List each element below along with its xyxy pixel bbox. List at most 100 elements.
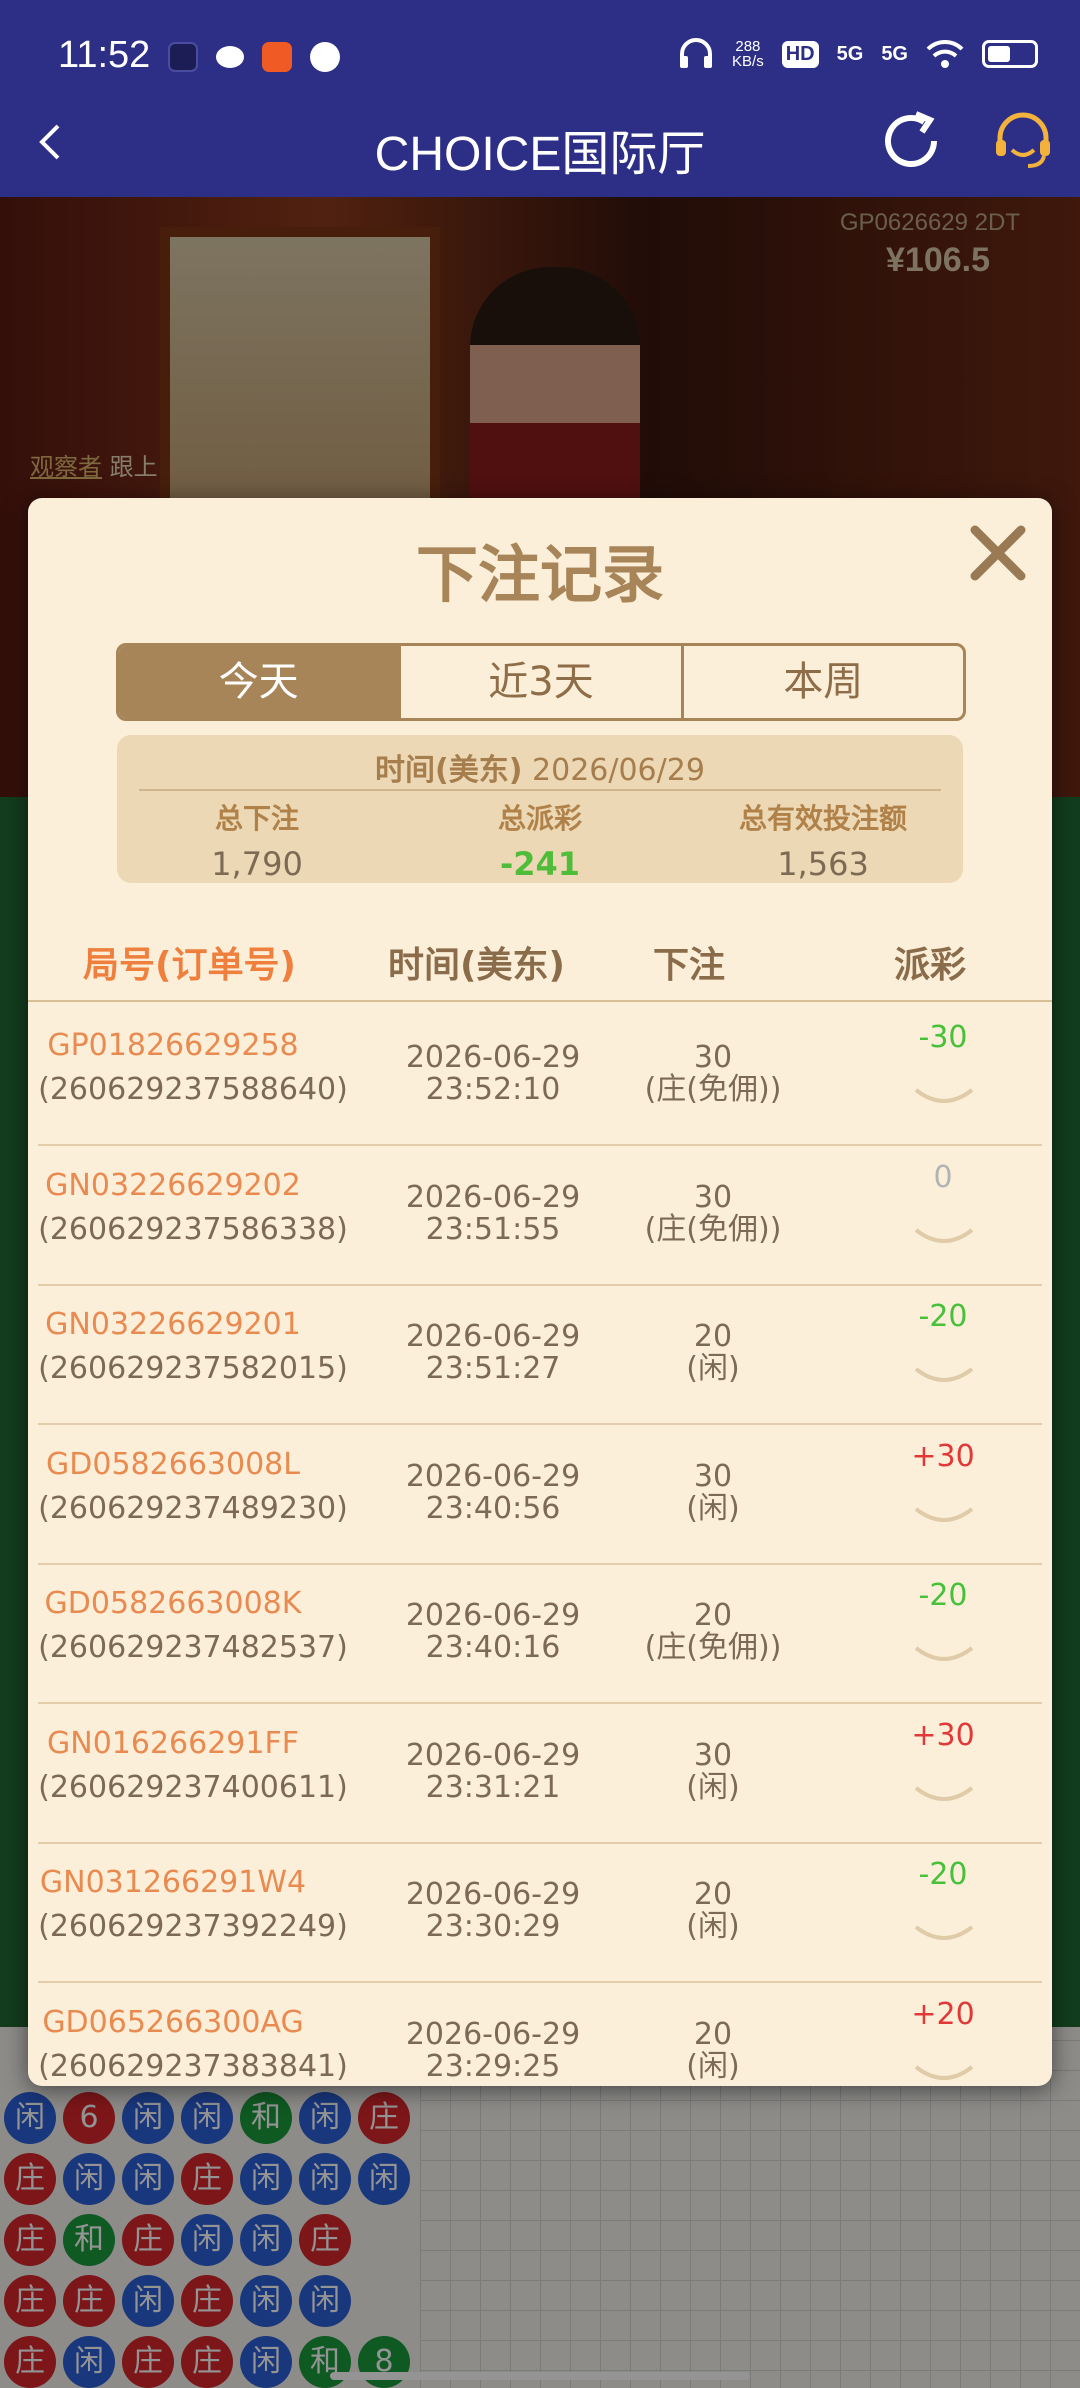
bet-clock: 23:51:55 (425, 1211, 561, 1247)
bet-amount: 20 (庄(免佣)) (623, 1600, 803, 1664)
round-id[interactable]: GD0582663008L (38, 1447, 308, 1482)
total-payout-label: 总派彩 (497, 802, 582, 835)
bet-amount: 20 (闲) (623, 2018, 803, 2084)
table-row[interactable]: GD065266300AG (260629237383841) 2026-06-29… (38, 1983, 1042, 2087)
summary-total-payout: 总派彩 -241 (390, 797, 690, 883)
summary-total-bet: 总下注 1,790 (107, 797, 407, 883)
summary-total-valid: 总有效投注额 1,563 (673, 797, 973, 883)
summary-date-value: 2026/06/29 (532, 753, 705, 788)
bet-time: 2026-06-29 23:40:16 (373, 1600, 613, 1664)
headphones-icon (680, 38, 713, 68)
bet-amount-value: 20 (693, 1319, 733, 1354)
table-row[interactable]: GN016266291FF (260629237400611) 2026-06-29… (38, 1704, 1042, 1844)
bet-clock: 23:30:29 (425, 1909, 561, 1944)
bet-amount: 30 (庄(免佣)) (623, 1181, 803, 1247)
order-number: (260629237582015) (38, 1351, 348, 1386)
round-id[interactable]: GN03226629201 (38, 1307, 308, 1342)
bet-amount-value: 30 (693, 1737, 733, 1773)
leaf-app-icon (216, 46, 244, 68)
order-number: (260629237383841) (38, 2048, 348, 2084)
modal-title: 下注记录 (415, 538, 664, 611)
chevron-down-icon[interactable] (912, 1226, 976, 1250)
table-row[interactable]: GP01826629258 (260629237588640) 2026-06-29… (38, 1006, 1042, 1146)
summary-date-label: 时间(美东) (375, 753, 523, 788)
bet-clock: 23:40:16 (425, 1630, 561, 1665)
bet-amount: 30 (闲) (623, 1458, 803, 1525)
bet-amount: 20 (闲) (623, 1321, 803, 1385)
payout-value: 0 (933, 1159, 953, 1195)
battery-icon (982, 40, 1038, 68)
hd-badge: HD (781, 40, 819, 68)
refresh-icon[interactable] (876, 106, 946, 176)
bet-time: 2026-06-29 23:40:56 (373, 1460, 613, 1525)
table-row[interactable]: GN031266291W4 (260629237392249) 2026-06-29… (38, 1843, 1042, 1983)
payout-value: +30 (911, 1438, 975, 1474)
payout-value: -20 (918, 1857, 968, 1892)
table-row[interactable]: GN03226629202 (260629237586338) 2026-06-29… (38, 1146, 1042, 1286)
bet-date: 2026-06-29 (405, 1040, 581, 1075)
status-notification-icons (168, 42, 340, 72)
total-bet-value: 1,790 (211, 845, 303, 883)
net-speed-value: 288 (735, 38, 761, 55)
round-id[interactable]: GN03226629202 (38, 1168, 308, 1203)
table-row[interactable]: GD0582663008L (260629237489230) 2026-06-29… (38, 1425, 1042, 1565)
customer-service-icon[interactable] (988, 106, 1058, 176)
bet-side: (闲) (686, 1769, 740, 1805)
chevron-down-icon[interactable] (912, 1505, 976, 1529)
bet-side: (庄(免佣)) (644, 1211, 782, 1247)
bet-clock: 23:51:27 (425, 1351, 561, 1386)
bet-time: 2026-06-29 23:51:27 (373, 1321, 613, 1385)
round-id[interactable]: GD065266300AG (38, 2005, 308, 2040)
total-valid-value: 1,563 (777, 845, 869, 883)
round-id[interactable]: GN016266291FF (38, 1726, 308, 1761)
chevron-down-icon[interactable] (912, 1086, 976, 1110)
tab-today[interactable]: 今天 (119, 646, 399, 718)
order-number: (260629237482537) (38, 1630, 348, 1665)
bet-side: (庄(免佣)) (644, 1630, 782, 1665)
chevron-down-icon[interactable] (912, 1923, 976, 1947)
col-header-time: 时间(美东) (388, 945, 565, 986)
order-number: (260629237400611) (38, 1769, 348, 1805)
table-header: 局号(订单号) 时间(美东) 下注 派彩 (28, 928, 1052, 1002)
order-number: (260629237392249) (38, 1909, 348, 1944)
col-header-bet: 下注 (653, 945, 726, 986)
bet-side: (闲) (686, 2048, 740, 2084)
summary-card: 时间(美东) 2026/06/29 总下注 1,790 总派彩 -241 总有效… (117, 735, 963, 883)
tab-last-3-days[interactable]: 近3天 (398, 646, 680, 718)
tab-this-week[interactable]: 本周 (680, 646, 963, 718)
net-speed: 288 KB/s (732, 39, 764, 69)
chat-bubble-icon (310, 42, 340, 72)
table-row[interactable]: GD0582663008K (260629237482537) 2026-06-29… (38, 1564, 1042, 1704)
bet-amount-value: 30 (693, 1040, 733, 1075)
bet-side: (闲) (686, 1351, 740, 1386)
order-number: (260629237588640) (38, 1072, 348, 1107)
wifi-icon (926, 39, 964, 68)
round-id[interactable]: GP01826629258 (38, 1028, 308, 1063)
close-icon[interactable] (963, 518, 1033, 588)
total-valid-label: 总有效投注额 (738, 802, 907, 835)
chevron-down-icon[interactable] (912, 1784, 976, 1808)
summary-date: 时间(美东) 2026/06/29 (117, 745, 963, 789)
summary-divider (139, 789, 941, 791)
bet-amount-value: 30 (693, 1458, 733, 1494)
bet-date: 2026-06-29 (405, 1598, 581, 1633)
app-header: CHOICE国际厅 (0, 100, 1080, 197)
order-number: (260629237586338) (38, 1211, 348, 1247)
chevron-down-icon[interactable] (912, 1365, 976, 1389)
bet-clock: 23:29:25 (425, 2048, 561, 2084)
round-id[interactable]: GD0582663008K (38, 1586, 308, 1621)
status-time: 11:52 (58, 34, 151, 76)
col-header-payout: 派彩 (894, 945, 967, 986)
app-square-icon (168, 42, 198, 72)
chevron-down-icon[interactable] (912, 1644, 976, 1668)
payout-value: -20 (918, 1578, 968, 1613)
round-id[interactable]: GN031266291W4 (38, 1865, 308, 1900)
payout-value: -30 (918, 1020, 968, 1055)
bet-time: 2026-06-29 23:51:55 (373, 1181, 613, 1247)
table-row[interactable]: GN03226629201 (260629237582015) 2026-06-29… (38, 1285, 1042, 1425)
bet-amount: 30 (庄(免佣)) (623, 1042, 803, 1106)
chevron-down-icon[interactable] (912, 2063, 976, 2087)
bet-date: 2026-06-29 (405, 1737, 581, 1773)
bet-amount: 30 (闲) (623, 1737, 803, 1805)
bet-date: 2026-06-29 (405, 1319, 581, 1354)
